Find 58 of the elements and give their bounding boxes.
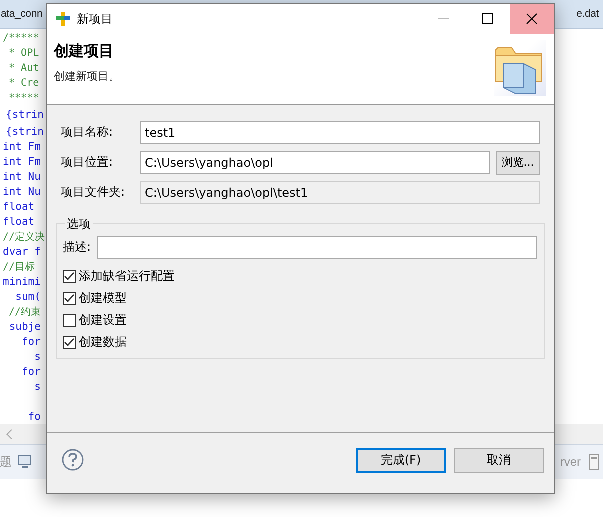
code-line: subje <box>8 321 41 333</box>
code-line: dvar f <box>3 246 41 258</box>
code-line: fo <box>27 411 41 423</box>
minimize-icon <box>438 18 450 20</box>
field-label: 描述: <box>63 239 92 256</box>
text-field[interactable]: test1 <box>140 121 540 144</box>
code-line: /***** <box>3 33 40 44</box>
page-description: 创建新项目。 <box>54 69 121 84</box>
minimize-view-icon[interactable] <box>589 454 599 470</box>
field-label: 项目文件夹: <box>61 184 126 201</box>
field-label: 项目名称: <box>61 124 114 141</box>
checkbox[interactable] <box>63 270 76 282</box>
code-line: int Fm <box>3 141 41 153</box>
code-line: ***** <box>8 93 40 104</box>
code-line: int Fm <box>3 156 41 168</box>
checkbox[interactable] <box>63 336 76 348</box>
window-title: 新项目 <box>77 10 113 28</box>
checkbox-label[interactable]: 添加缺省运行配置 <box>79 268 175 284</box>
code-line: //目标 <box>3 262 36 273</box>
code-line: {strin <box>6 126 44 138</box>
code-line: for <box>20 366 41 378</box>
browse-button[interactable]: 浏览... <box>496 150 540 174</box>
close-button[interactable] <box>510 4 554 34</box>
cancel-button[interactable]: 取消 <box>454 448 544 472</box>
text-field[interactable]: C:\Users\yanghao\opl <box>140 151 490 174</box>
code-line: * Cre <box>8 78 40 89</box>
checkbox-label[interactable]: 创建模型 <box>79 290 127 306</box>
code-line: float <box>3 201 35 213</box>
checkbox-label[interactable]: 创建设置 <box>79 312 127 328</box>
code-line: {strin <box>6 109 44 121</box>
checkbox-label[interactable]: 创建数据 <box>79 334 127 350</box>
code-line: minimi <box>3 276 41 288</box>
field-label: 项目位置: <box>61 154 114 171</box>
monitor-icon[interactable] <box>18 455 32 469</box>
code-line: s <box>34 351 41 363</box>
maximize-icon <box>482 13 494 25</box>
editor-tab[interactable]: e.dat <box>576 8 603 20</box>
folder-cube-icon <box>494 40 546 96</box>
editor-tab[interactable]: ata_conn <box>0 8 43 20</box>
checkbox[interactable] <box>63 292 76 304</box>
code-line: int Nu <box>3 186 41 198</box>
cross-icon <box>55 11 71 27</box>
code-line: s <box>34 381 41 393</box>
code-line: //约束 <box>8 307 42 318</box>
code-line: sum( <box>14 291 41 303</box>
group-title: 选项 <box>65 216 93 233</box>
close-icon <box>526 13 538 25</box>
code-line: * Aut <box>8 63 40 74</box>
code-line: * OPL <box>8 48 40 59</box>
code-line: float <box>3 216 35 228</box>
finish-button[interactable]: 完成(F) <box>356 448 446 472</box>
page-heading: 创建项目 <box>54 42 115 61</box>
checkbox[interactable] <box>63 314 76 326</box>
description-field[interactable] <box>97 236 537 259</box>
code-line: int Nu <box>3 171 41 183</box>
code-line: //定义决 <box>3 232 46 243</box>
code-line: for <box>20 336 41 348</box>
help-icon[interactable] <box>62 449 84 471</box>
